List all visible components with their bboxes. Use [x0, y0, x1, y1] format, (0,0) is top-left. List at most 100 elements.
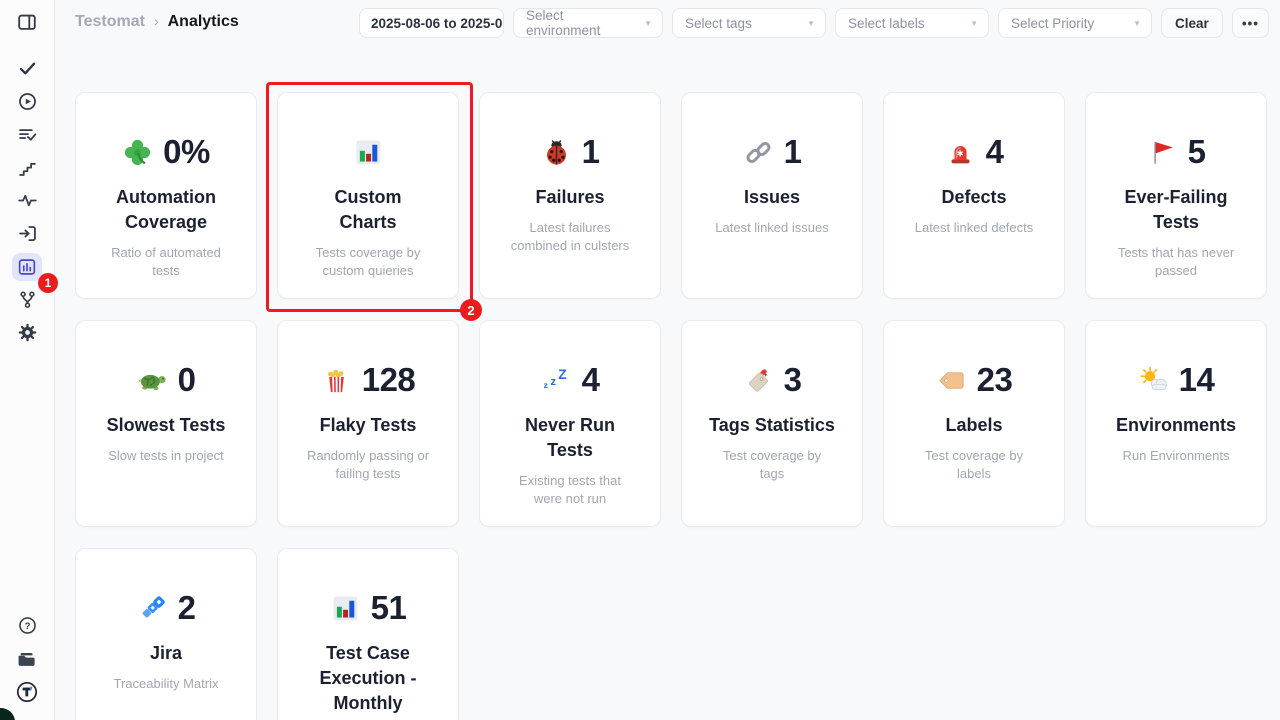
card-header: 51	[278, 589, 458, 627]
card-test-case-execution-monthly[interactable]: 51Test Case Execution - Monthly	[277, 548, 459, 720]
card-subtitle: Test coverage by tags	[691, 447, 853, 482]
svg-text:z: z	[550, 375, 556, 387]
bookmark-tag-icon	[743, 365, 774, 396]
sidebar-item-check[interactable]	[11, 52, 44, 85]
card-title: Custom Charts	[278, 185, 458, 235]
breadcrumb: Testomat › Analytics	[75, 13, 239, 31]
card-custom-charts[interactable]: Custom Charts Tests coverage by custom qu…	[277, 92, 459, 299]
breadcrumb-separator: ›	[154, 13, 159, 29]
filter-bar: 2025-08-06 to 2025-0 Select environment …	[359, 8, 1269, 38]
breadcrumb-root[interactable]: Testomat	[75, 13, 145, 31]
sidebar-toggle-button[interactable]	[12, 8, 42, 36]
annotation-step-1-badge: 1	[38, 273, 58, 293]
sidebar-item-pulse[interactable]	[11, 184, 44, 217]
card-value: 0%	[163, 133, 210, 171]
svg-text:?: ?	[24, 621, 30, 632]
card-header	[278, 133, 458, 171]
sidebar-item-steps[interactable]	[11, 151, 44, 184]
sidebar-item-runs[interactable]	[11, 85, 44, 118]
jira-icon	[137, 593, 168, 624]
sidebar-nav	[11, 52, 44, 349]
card-subtitle: Latest failures combined in culsters	[489, 219, 651, 254]
card-defects[interactable]: 4DefectsLatest linked defects	[883, 92, 1065, 299]
card-tags-statistics[interactable]: 3 Tags Statistics Test coverage by tags	[681, 320, 863, 527]
header: Testomat › Analytics 2025-08-06 to 2025-…	[56, 0, 1280, 46]
card-title: Ever-Failing Tests	[1086, 185, 1266, 235]
card-subtitle: Test coverage by labels	[893, 447, 1055, 482]
card-subtitle: Latest linked defects	[893, 219, 1055, 237]
page-title: Analytics	[168, 13, 239, 31]
card-slowest-tests[interactable]: 0Slowest TestsSlow tests in project	[75, 320, 257, 527]
card-failures[interactable]: 1 Failures Latest failures combined in cul…	[479, 92, 661, 299]
card-title: Jira	[76, 641, 256, 666]
card-value: 14	[1179, 361, 1215, 399]
card-subtitle: Existing tests that were not run	[489, 472, 651, 507]
card-subtitle: Slow tests in project	[85, 447, 247, 465]
date-range-input[interactable]: 2025-08-06 to 2025-0	[359, 8, 504, 38]
sidebar-item-docs[interactable]	[11, 642, 44, 675]
priority-select[interactable]: Select Priority ▼	[998, 8, 1152, 38]
sidebar-item-settings[interactable]	[11, 316, 44, 349]
card-header: 3	[682, 361, 862, 399]
environment-select[interactable]: Select environment ▼	[513, 8, 663, 38]
pulse-icon	[12, 187, 42, 215]
environment-select-label: Select environment	[526, 8, 636, 38]
card-header: 2	[76, 589, 256, 627]
card-value: 2	[178, 589, 196, 627]
stairs-icon	[12, 154, 42, 182]
zzz-icon: zzZ	[541, 365, 572, 396]
card-header: 128	[278, 361, 458, 399]
card-title: Flaky Tests	[278, 413, 458, 438]
card-value: 5	[1188, 133, 1206, 171]
card-jira[interactable]: 2 Jira Traceability Matrix	[75, 548, 257, 720]
labels-select-label: Select labels	[848, 16, 925, 31]
card-header: 1	[480, 133, 660, 171]
card-header: 1	[682, 133, 862, 171]
card-value: 1	[582, 133, 600, 171]
turtle-icon	[137, 365, 168, 396]
card-flaky-tests[interactable]: 128Flaky TestsRandomly passing or failin…	[277, 320, 459, 527]
card-value: 4	[986, 133, 1004, 171]
svg-text:z: z	[543, 380, 547, 390]
card-subtitle: Tests coverage by custom quieries	[287, 244, 449, 279]
card-subtitle: Latest linked issues	[691, 219, 853, 237]
sidebar-item-test-plans[interactable]	[11, 118, 44, 151]
help-circle-icon: ?	[12, 612, 42, 640]
card-subtitle: Tests that has never passed	[1095, 244, 1257, 279]
sidebar-item-logo[interactable]	[11, 675, 44, 708]
card-labels[interactable]: 23LabelsTest coverage by labels	[883, 320, 1065, 527]
label-tag-icon	[936, 365, 967, 396]
card-value: 4	[582, 361, 600, 399]
card-subtitle: Traceability Matrix	[85, 675, 247, 693]
card-value: 51	[371, 589, 407, 627]
labels-select[interactable]: Select labels ▼	[835, 8, 989, 38]
card-environments[interactable]: 14 Environments Run Environments	[1085, 320, 1267, 527]
card-never-run-tests[interactable]: zzZ4Never Run TestsExisting tests that w…	[479, 320, 661, 527]
git-branch-icon	[12, 286, 42, 314]
clover-icon	[122, 137, 153, 168]
list-check-icon	[12, 121, 42, 149]
panel-toggle-icon	[16, 11, 38, 33]
more-options-button[interactable]: •••	[1232, 8, 1269, 38]
card-title: Automation Coverage	[76, 185, 256, 235]
card-subtitle: Run Environments	[1095, 447, 1257, 465]
card-title: Tags Statistics	[682, 413, 862, 438]
chevron-down-icon: ▼	[1133, 19, 1141, 28]
play-circle-icon	[12, 88, 42, 116]
card-value: 23	[977, 361, 1013, 399]
clear-button[interactable]: Clear	[1161, 8, 1223, 38]
card-automation-coverage[interactable]: 0%Automation CoverageRatio of automated …	[75, 92, 257, 299]
tags-select[interactable]: Select tags ▼	[672, 8, 826, 38]
sidebar-item-import[interactable]	[11, 217, 44, 250]
check-icon	[12, 55, 42, 83]
chart-emoji-icon	[330, 593, 361, 624]
card-title: Failures	[480, 185, 660, 210]
card-title: Slowest Tests	[76, 413, 256, 438]
gear-icon	[12, 319, 42, 347]
card-issues[interactable]: 1IssuesLatest linked issues	[681, 92, 863, 299]
sidebar-item-help[interactable]: ?	[11, 609, 44, 642]
folder-icon	[12, 645, 42, 673]
sun-cloud-icon	[1138, 365, 1169, 396]
card-title: Environments	[1086, 413, 1266, 438]
card-ever-failing-tests[interactable]: 5 Ever-Failing Tests Tests that has never …	[1085, 92, 1267, 299]
